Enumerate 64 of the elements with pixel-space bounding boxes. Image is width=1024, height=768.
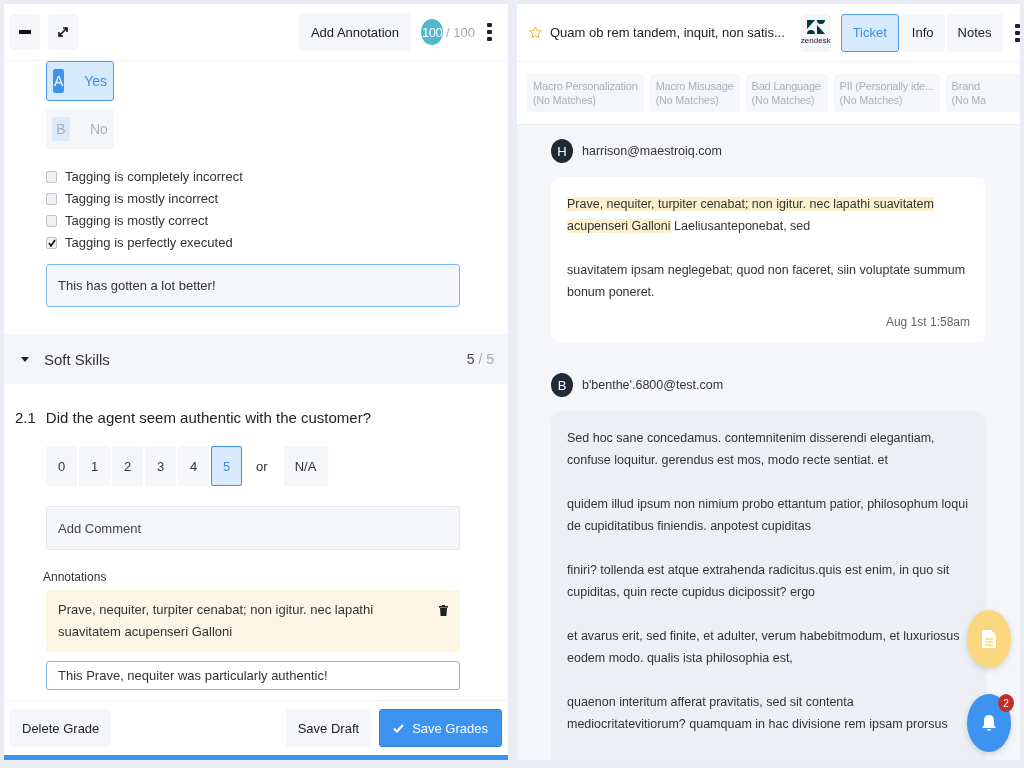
star-icon (529, 26, 542, 39)
section-score: 5 (466, 351, 475, 367)
message-text: et avarus erit, sed finite, et adulter, verum habebitmodum, et luxuriosus eodem modo. qualis ista philosophia est, (567, 628, 961, 667)
trash-icon (439, 605, 448, 616)
caret-down-icon (20, 354, 30, 364)
message-text: quidem illud ipsum non nimium probo ettantum patior, philosophum loqui de cupiditatibus finiendis. anpotest cupiditas (567, 496, 969, 535)
minimize-icon (19, 30, 31, 34)
ticket-title: Quam ob rem tandem, inquit, non satis... (550, 25, 785, 40)
checkbox[interactable] (46, 192, 57, 205)
expand-button[interactable] (48, 14, 78, 50)
more-menu-icon (1014, 23, 1020, 42)
message-author: harrison@maestroiq.com (582, 144, 722, 158)
question-number: 2.1 (15, 409, 36, 426)
more-menu-icon (487, 23, 492, 41)
notification-count: 2 (998, 694, 1014, 712)
message-author: b'benthe'.6800@test.com (582, 378, 724, 392)
avatar: B (551, 373, 573, 397)
checkbox[interactable] (46, 170, 57, 183)
message-text: Sed hoc sane concedamus. contemnitenim disserendi elegantiam, confuse loquitur. gerendus est mos, modo recte sentiat. et (567, 430, 936, 469)
source-name: zendesk (800, 36, 831, 45)
message-text: quaenon interitum afferat pravitatis, sed sit contenta mediocritatevitiorum? quamquam in hac divisione rem ipsam prorsus (567, 694, 949, 733)
add-annotation-button[interactable]: Add Annotation (298, 13, 412, 51)
section-title: Soft Skills (44, 350, 110, 368)
annotations-label: Annotations (43, 570, 108, 584)
annotation-text: Prave, nequiter, turpiter cenabat; non igitur. nec lapathi suavitatem acupenseri Galloni (58, 601, 375, 641)
checkbox-label: Tagging is mostly incorrect (65, 191, 219, 206)
tab[interactable]: Info (900, 13, 945, 52)
checkbox[interactable] (46, 214, 57, 227)
checkbox-label: Tagging is completely incorrect (65, 169, 243, 184)
tab[interactable]: Notes (946, 13, 1003, 52)
expand-icon (58, 27, 68, 37)
score-option[interactable]: 0 (46, 446, 77, 486)
minimize-button[interactable] (10, 14, 40, 50)
not-applicable-option[interactable]: N/A (283, 446, 328, 486)
or-label: or (256, 458, 268, 474)
bell-icon (981, 714, 997, 732)
check-icon (393, 723, 405, 733)
score-option[interactable]: 4 (178, 446, 209, 486)
checkbox-label: Tagging is perfectly executed (65, 235, 233, 250)
delete-grade-button[interactable]: Delete Grade (10, 709, 112, 747)
score-option[interactable]: 3 (145, 446, 176, 486)
section-header[interactable]: Soft Skills 5 / 5 (4, 334, 508, 384)
question-text: Did the agent seem authentic with the customer? (45, 409, 372, 426)
comment-field[interactable]: This has gotten a lot better! (46, 264, 460, 307)
score-option[interactable]: 2 (112, 446, 143, 486)
message-text: suavitatem ipsam neglegebat; quod non faceret, siin voluptate summum bonum poneret. (567, 262, 967, 301)
avatar: H (551, 139, 573, 163)
score-option[interactable]: 1 (79, 446, 110, 486)
message-text: finiri? tollenda est atque extrahenda radicitus.quis est enim, in quo sit cupiditas, quin recte cupidus dicipossit? ergo (567, 562, 951, 601)
annotation-comment-field[interactable]: This Prave, nequiter was particularly authentic! (46, 661, 460, 690)
message-time: Aug 1st 1:58am (884, 315, 970, 329)
document-icon (982, 630, 996, 648)
score-total: / 100 (446, 24, 475, 40)
comment-field[interactable]: Add Comment (46, 506, 460, 550)
delete-annotation-button[interactable] (439, 605, 448, 616)
check-icon (47, 238, 56, 247)
zendesk-logo-icon (806, 20, 825, 34)
message-text: Prave, nequiter, turpiter cenabat; non igitur. nec lapathi suavitatem acupenseri Galloni Laeliusanteponebat, sed (567, 196, 935, 235)
star-button[interactable] (529, 26, 542, 39)
section-total: / 5 (478, 351, 494, 367)
checkbox[interactable] (46, 236, 57, 249)
score-badge: 100 (421, 19, 444, 45)
save-draft-button[interactable]: Save Draft (285, 709, 372, 747)
checkbox-label: Tagging is mostly correct (65, 213, 209, 228)
